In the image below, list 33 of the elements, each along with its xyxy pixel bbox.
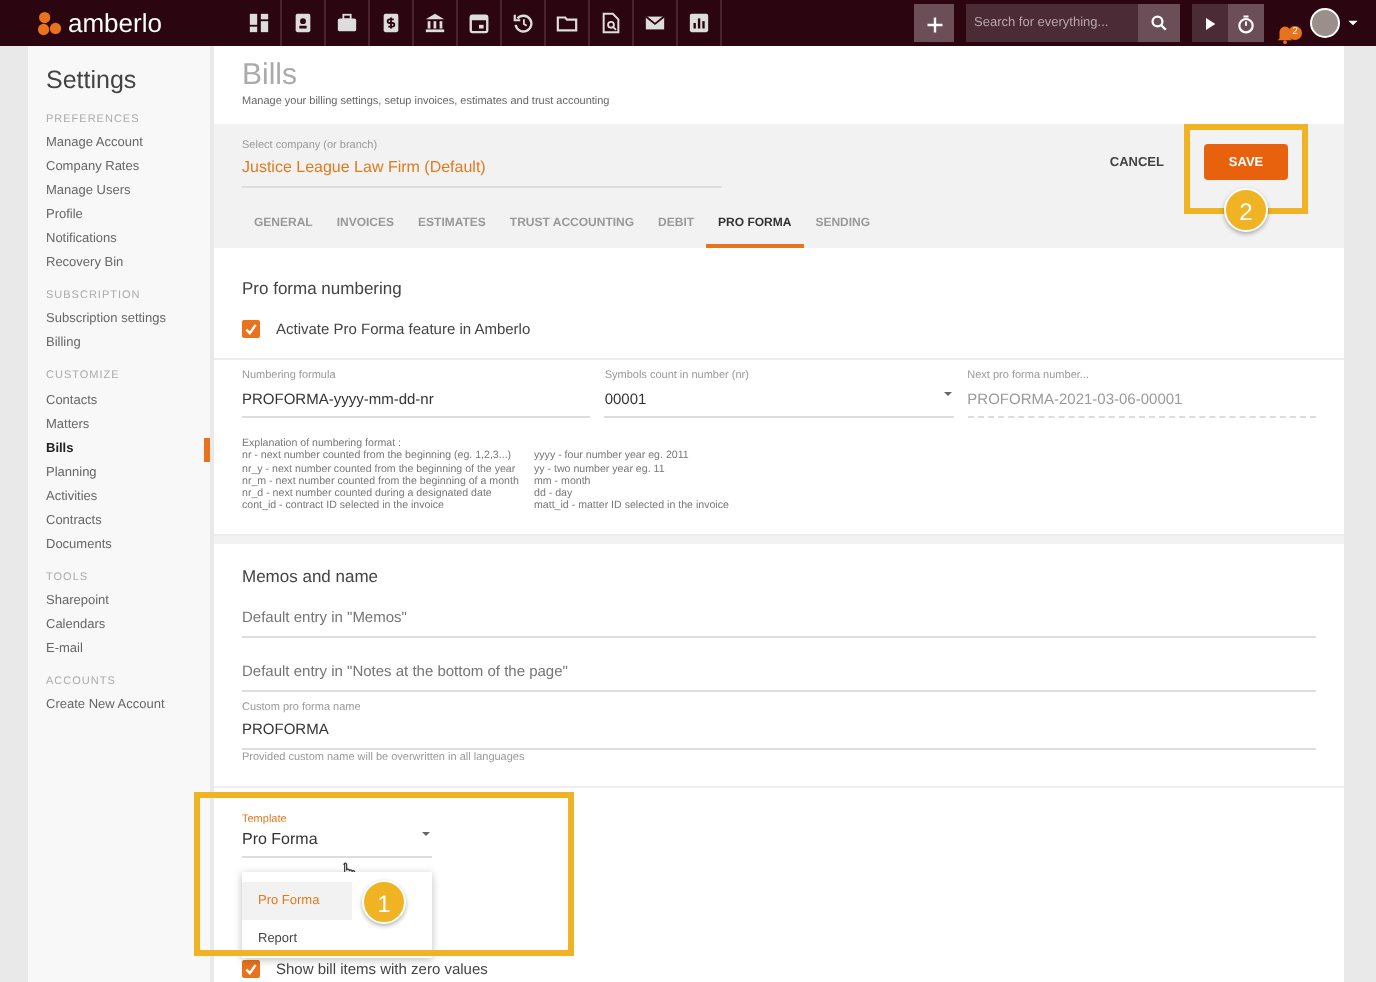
bar-chart-icon[interactable] (687, 12, 710, 34)
logo-icon (36, 10, 62, 36)
bank-icon[interactable] (423, 12, 446, 34)
search-icon (1150, 14, 1168, 32)
select-field[interactable]: Pro Forma (242, 828, 432, 859)
play-icon (1202, 15, 1218, 31)
mail-icon[interactable] (643, 12, 666, 34)
timer-button[interactable] (1228, 4, 1264, 42)
document-search-icon[interactable] (599, 12, 622, 34)
logo-text: amberlo (68, 5, 162, 42)
caret-icon (420, 828, 432, 841)
avatar[interactable] (1310, 8, 1340, 38)
section-title: Memos and name (242, 563, 381, 590)
caret-icon (941, 388, 954, 401)
sidebar-title: Settings (46, 64, 139, 98)
stopwatch-icon (1236, 13, 1256, 33)
plus-icon (925, 15, 943, 34)
search-button[interactable] (1138, 4, 1180, 42)
add-button[interactable] (914, 4, 954, 42)
dollar-document-icon[interactable] (379, 12, 402, 34)
checkbox[interactable] (242, 960, 260, 979)
active-indicator (204, 438, 210, 462)
id-card-icon[interactable] (291, 12, 314, 34)
dashboard-icon[interactable] (247, 12, 270, 34)
history-icon[interactable] (511, 12, 534, 34)
page-title: Bills (242, 58, 300, 94)
play-button[interactable] (1192, 4, 1228, 42)
briefcase-icon[interactable] (335, 12, 358, 34)
calendar-icon[interactable] (467, 12, 490, 34)
folder-icon[interactable] (555, 12, 578, 34)
caret-icon (1346, 15, 1360, 30)
checkbox[interactable] (242, 320, 260, 339)
section-title: Pro forma numbering (242, 275, 404, 301)
